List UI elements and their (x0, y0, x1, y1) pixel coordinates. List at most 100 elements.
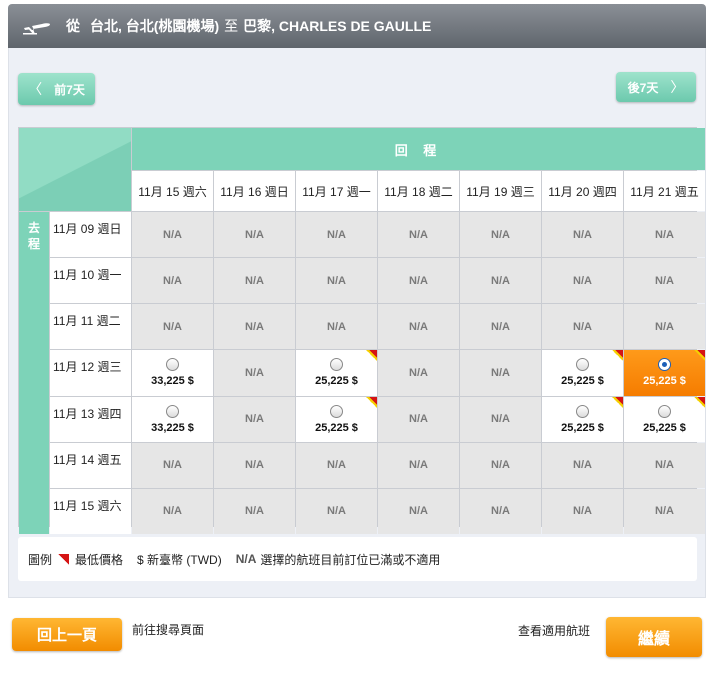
fare-cell-unavailable: N/A (378, 442, 459, 488)
fare-cell[interactable]: 25,225 $ (296, 350, 377, 396)
fare-radio[interactable] (576, 358, 589, 372)
return-date-header: 11月 17 週一 (296, 171, 377, 211)
lowest-price-flag-icon (694, 350, 705, 362)
fare-price: 33,225 $ (151, 375, 194, 388)
legend-na-label: N/A (235, 552, 257, 566)
fare-price: 25,225 $ (561, 421, 604, 434)
from-label: 從 (66, 18, 80, 34)
fare-cell[interactable]: 33,225 $ (132, 396, 213, 442)
outbound-header-line1: 去 (27, 221, 40, 235)
fare-cell-unavailable: N/A (542, 258, 623, 304)
fare-cell[interactable]: 25,225 $ (624, 396, 705, 442)
legend-currency-label: $ 新臺幣 (TWD) (137, 552, 222, 567)
fare-cell-unavailable: N/A (214, 304, 295, 350)
next-7-days-button[interactable]: 後7天 〉 (616, 72, 696, 102)
fare-cell[interactable]: 25,225 $ (542, 396, 623, 442)
fare-radio[interactable] (166, 358, 179, 372)
continue-button[interactable]: 繼續 (606, 617, 702, 657)
fare-cell-unavailable: N/A (542, 212, 623, 258)
fare-cell-unavailable: N/A (214, 258, 295, 304)
fare-cell-unavailable: N/A (132, 488, 213, 534)
fare-cell-unavailable: N/A (624, 304, 705, 350)
fare-cell-unavailable: N/A (214, 488, 295, 534)
outbound-header-line2: 程 (27, 237, 40, 251)
fare-cell-unavailable: N/A (296, 258, 377, 304)
fare-cell-unavailable: N/A (378, 488, 459, 534)
fare-cell-unavailable: N/A (378, 212, 459, 258)
departure-date-header: 11月 12 週三 (50, 350, 131, 396)
fare-cell-unavailable: N/A (378, 396, 459, 442)
chevron-left-icon: 〈 (28, 81, 43, 97)
fare-cell-unavailable: N/A (624, 442, 705, 488)
fare-radio[interactable] (658, 404, 671, 418)
fare-radio[interactable] (166, 404, 179, 418)
fare-cell-unavailable: N/A (624, 488, 705, 534)
return-date-header: 11月 18 週二 (378, 171, 459, 211)
fare-cell-unavailable: N/A (132, 442, 213, 488)
fare-cell-unavailable: N/A (296, 442, 377, 488)
fare-cell-unavailable: N/A (296, 304, 377, 350)
destination-city: 巴黎, CHARLES DE GAULLE (243, 18, 432, 34)
fare-cell-unavailable: N/A (460, 488, 541, 534)
fare-price: 25,225 $ (315, 421, 358, 434)
legend: 圖例 最低價格 $ 新臺幣 (TWD) N/A 選擇的航班目前訂位已滿或不適用 (18, 537, 697, 581)
fare-cell-unavailable: N/A (542, 304, 623, 350)
fare-cell-unavailable: N/A (378, 304, 459, 350)
back-description: 前往搜尋頁面 (132, 623, 205, 637)
fare-cell-unavailable: N/A (378, 350, 459, 396)
fare-cell-unavailable: N/A (624, 258, 705, 304)
fare-radio[interactable] (576, 404, 589, 418)
fare-cell-unavailable: N/A (460, 304, 541, 350)
lowest-price-flag-icon (612, 350, 623, 362)
fare-cell-unavailable: N/A (296, 212, 377, 258)
fare-cell[interactable]: 25,225 $ (542, 350, 623, 396)
prev-7-days-button[interactable]: 〈 前7天 (18, 73, 95, 105)
fare-price: 25,225 $ (561, 375, 604, 388)
prev-7-days-label: 前7天 (54, 82, 85, 97)
lowest-price-flag-icon (366, 396, 377, 408)
view-applicable-flights-link[interactable]: 查看適用航班 (518, 622, 590, 639)
lowest-price-flag-icon (366, 350, 377, 362)
fare-price: 25,225 $ (643, 421, 686, 434)
fare-cell[interactable]: 25,225 $ (296, 396, 377, 442)
fare-cell-unavailable: N/A (460, 350, 541, 396)
fare-radio[interactable] (658, 358, 671, 372)
lowest-price-flag-icon (694, 396, 705, 408)
chevron-right-icon: 〉 (670, 79, 685, 95)
fare-cell-unavailable: N/A (460, 396, 541, 442)
fare-cell-unavailable: N/A (132, 258, 213, 304)
legend-lowest-label: 最低價格 (75, 552, 124, 567)
fare-cell-unavailable: N/A (460, 258, 541, 304)
fare-cell-selected[interactable]: 25,225 $ (624, 350, 705, 396)
fare-cell[interactable]: 33,225 $ (132, 350, 213, 396)
return-date-header: 11月 16 週日 (214, 171, 295, 211)
fare-cell-unavailable: N/A (132, 304, 213, 350)
fare-cell-unavailable: N/A (214, 396, 295, 442)
return-date-header: 11月 21 週五 (624, 171, 705, 211)
legend-na-desc: 選擇的航班目前訂位已滿或不適用 (260, 552, 441, 567)
fare-cell-unavailable: N/A (460, 212, 541, 258)
lowest-price-flag-icon (58, 553, 70, 565)
fare-cell-unavailable: N/A (542, 442, 623, 488)
fare-cell-unavailable: N/A (132, 212, 213, 258)
departure-date-header: 11月 10 週一 (50, 258, 131, 304)
return-date-header: 11月 19 週三 (460, 171, 541, 211)
fare-cell-unavailable: N/A (214, 212, 295, 258)
airplane-icon (23, 23, 50, 35)
fare-cell-unavailable: N/A (624, 212, 705, 258)
departure-date-header: 11月 14 週五 (50, 442, 131, 488)
fare-cell-unavailable: N/A (214, 350, 295, 396)
next-7-days-label: 後7天 (627, 80, 659, 95)
lowest-price-flag-icon (612, 396, 623, 408)
fare-calendar-grid: 回 程 去 程 11月 15 週六 11月 16 週日 11月 17 週一 11月 1… (18, 127, 705, 534)
legend-title: 圖例 (28, 552, 53, 567)
fare-price: 25,225 $ (315, 375, 358, 388)
fare-radio[interactable] (330, 404, 343, 418)
fare-radio[interactable] (330, 358, 343, 372)
back-button[interactable]: 回上一頁 (12, 618, 122, 651)
departure-date-header: 11月 09 週日 (50, 212, 131, 258)
fare-cell-unavailable: N/A (214, 442, 295, 488)
grid-corner (19, 128, 131, 211)
fare-cell-unavailable: N/A (378, 258, 459, 304)
fare-price: 25,225 $ (643, 375, 686, 388)
